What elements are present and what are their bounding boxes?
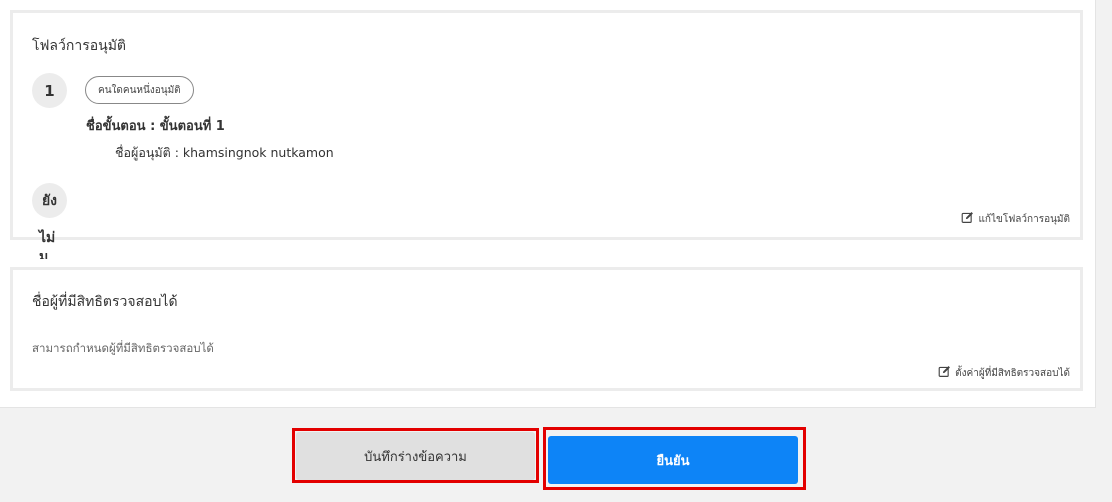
reviewers-hint: สามารถกำหนดผู้ที่มีสิทธิตรวจสอบได้ <box>32 341 214 355</box>
content-panel: โฟลว์การอนุมัติ 1 คนใดคนหนึ่งอนุมัติ ชื่… <box>0 0 1096 408</box>
scrollbar-track[interactable] <box>1098 0 1112 408</box>
edit-approval-flow-label: แก้ไขโฟลว์การอนุมัติ <box>978 213 1070 225</box>
confirm-button[interactable]: ยืนยัน <box>548 436 798 484</box>
approver-name: ชื่อผู้อนุมัติ : khamsingnok nutkamon <box>115 145 334 160</box>
reviewers-card: ชื่อผู้ที่มีสิทธิตรวจสอบได้ สามารถกำหนดผ… <box>10 267 1083 391</box>
step-number-badge: 1 <box>32 73 67 108</box>
reviewers-title: ชื่อผู้ที่มีสิทธิตรวจสอบได้ <box>32 294 178 310</box>
edit-approval-flow-link[interactable]: แก้ไขโฟลว์การอนุมัติ <box>961 211 1070 227</box>
set-reviewers-link[interactable]: ตั้งค่าผู้ที่มีสิทธิตรวจสอบได้ <box>938 365 1070 381</box>
step-number-overflow-text-clipped: มี <box>39 253 48 259</box>
save-draft-button[interactable]: บันทึกร่างข้อความ <box>296 432 535 480</box>
edit-icon <box>938 365 951 381</box>
set-reviewers-label: ตั้งค่าผู้ที่มีสิทธิตรวจสอบได้ <box>955 367 1070 379</box>
step-name: ชื่อขั้นตอน : ขั้นตอนที่ 1 <box>86 119 225 134</box>
approval-flow-title: โฟลว์การอนุมัติ <box>32 38 127 54</box>
approval-mode-badge: คนใดคนหนึ่งอนุมัติ <box>85 76 194 104</box>
edit-icon <box>961 211 974 227</box>
step-number-overflow-text: ไม่ <box>39 230 56 246</box>
step-number-badge: ยัง <box>32 183 67 218</box>
approval-flow-card: โฟลว์การอนุมัติ 1 คนใดคนหนึ่งอนุมัติ ชื่… <box>10 10 1083 259</box>
